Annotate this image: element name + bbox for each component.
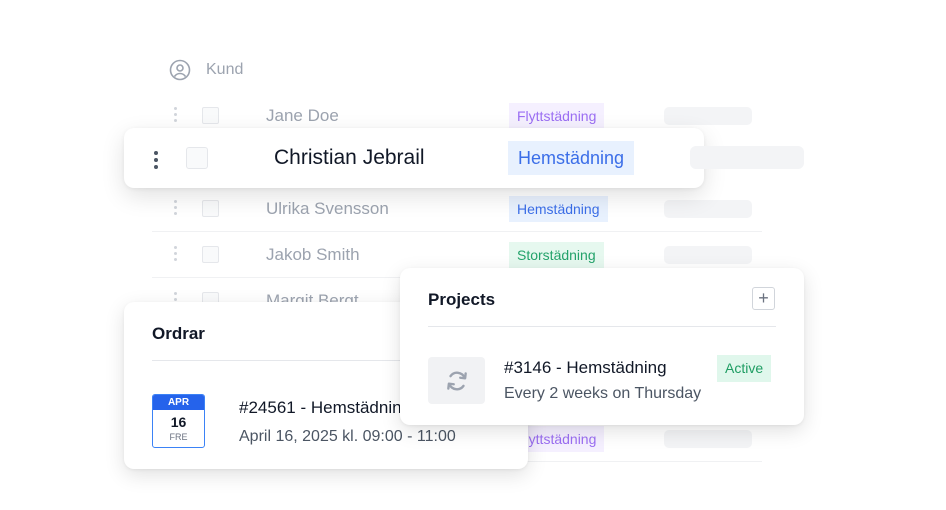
recurring-icon	[446, 371, 467, 390]
placeholder-skeleton	[664, 430, 752, 448]
customer-name: Ulrika Svensson	[266, 199, 389, 218]
table-row[interactable]: Ulrika Svensson Hemstädning	[152, 186, 762, 232]
calendar-weekday: FRE	[169, 432, 188, 442]
order-title[interactable]: #24561 - Hemstädning	[239, 398, 411, 418]
orders-title: Ordrar	[152, 324, 205, 343]
add-project-button[interactable]: +	[752, 287, 775, 310]
row-checkbox[interactable]	[202, 107, 219, 124]
placeholder-skeleton	[664, 200, 752, 218]
drag-handle-icon[interactable]	[174, 200, 178, 215]
customer-name: Jakob Smith	[266, 245, 360, 264]
order-datetime: April 16, 2025 kl. 09:00 - 11:00	[239, 428, 456, 445]
placeholder-skeleton	[664, 107, 752, 125]
project-title[interactable]: #3146 - Hemstädning	[504, 358, 667, 378]
drag-handle-icon[interactable]	[154, 151, 158, 169]
calendar-day: 16	[170, 414, 187, 430]
service-tag: Storstädning	[509, 242, 604, 268]
column-header-kund[interactable]: Kund	[168, 58, 243, 82]
table-row-highlighted[interactable]: Christian Jebrail Hemstädning	[124, 128, 704, 188]
row-checkbox[interactable]	[202, 246, 219, 263]
service-tag: Hemstädning	[509, 196, 608, 222]
projects-card: Projects + #3146 - Hemstädning Every 2 w…	[400, 268, 804, 425]
customer-name: Jane Doe	[266, 106, 339, 125]
drag-handle-icon[interactable]	[174, 107, 178, 122]
row-checkbox[interactable]	[202, 200, 219, 217]
drag-handle-icon[interactable]	[174, 246, 178, 261]
column-header-label: Kund	[206, 61, 244, 78]
service-tag: Hemstädning	[508, 141, 635, 175]
status-badge: Active	[717, 355, 772, 382]
row-checkbox[interactable]	[186, 147, 208, 169]
project-schedule: Every 2 weeks on Thursday	[504, 385, 702, 402]
service-tag: Flyttstädning	[509, 103, 605, 129]
placeholder-skeleton	[690, 146, 804, 169]
calendar-month: APR	[153, 395, 204, 410]
divider	[428, 326, 776, 327]
customer-name: Christian Jebrail	[274, 146, 425, 169]
user-circle-icon	[169, 59, 191, 81]
projects-title: Projects	[428, 290, 496, 309]
project-icon-box	[428, 357, 485, 404]
placeholder-skeleton	[664, 246, 752, 264]
calendar-date-icon: APR 16 FRE	[152, 394, 205, 448]
